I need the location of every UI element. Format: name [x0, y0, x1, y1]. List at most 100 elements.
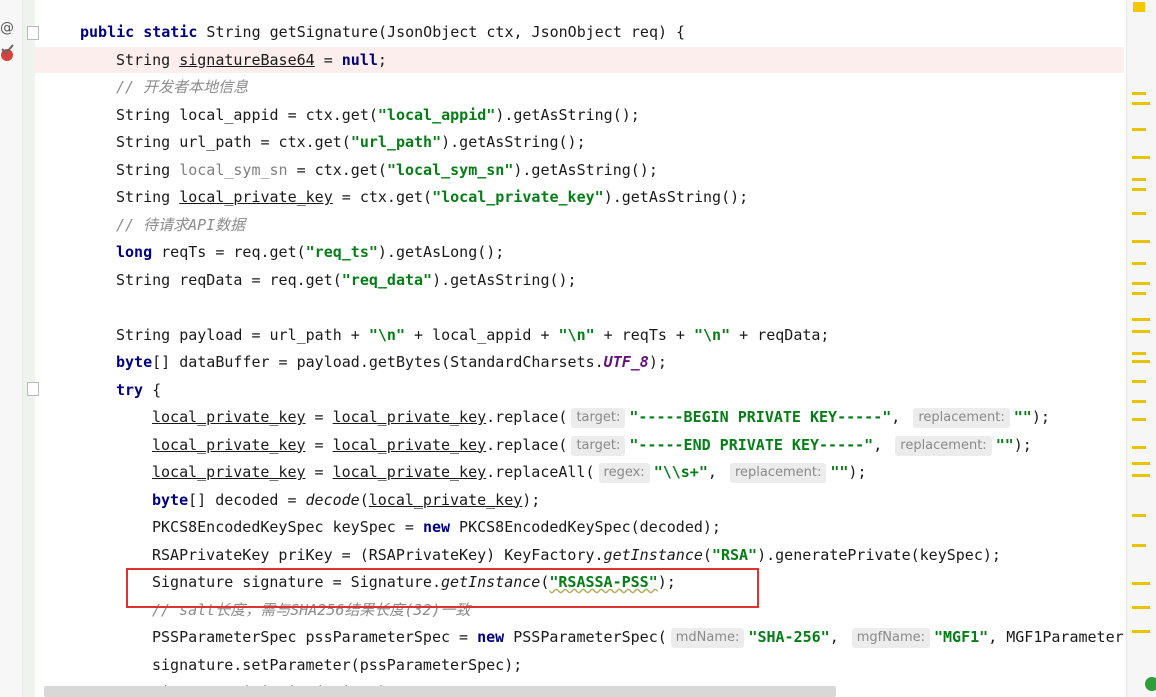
code-token: byte: [116, 353, 153, 371]
code-line[interactable]: // 待请求API数据: [116, 212, 245, 239]
code-token: );: [522, 490, 541, 509]
warning-marker[interactable]: [1132, 292, 1146, 295]
code-token: = ctx.get(: [287, 160, 387, 179]
code-token: "-----BEGIN PRIVATE KEY-----": [629, 408, 892, 426]
code-line[interactable]: try {: [116, 377, 161, 404]
code-token: local_private_key: [152, 408, 306, 426]
code-token: ).getAsString();: [513, 160, 658, 179]
warning-marker[interactable]: [1132, 380, 1146, 383]
code-line[interactable]: String url_path = ctx.get("url_path").ge…: [116, 129, 586, 156]
code-token: String: [116, 160, 180, 179]
code-line[interactable]: signature.setParameter(pssParameterSpec)…: [152, 652, 522, 679]
code-line[interactable]: // 开发者本地信息: [116, 74, 248, 101]
code-token: ,: [707, 463, 726, 481]
parameter-hint: replacement:: [729, 463, 827, 483]
warning-marker[interactable]: [1132, 400, 1146, 403]
code-line[interactable]: public static String getSignature(JsonOb…: [80, 19, 685, 46]
warning-marker[interactable]: [1132, 474, 1150, 477]
code-token: local_private_key: [179, 188, 333, 206]
warning-marker[interactable]: [1132, 178, 1146, 181]
warning-marker[interactable]: [1132, 188, 1146, 191]
warning-marker[interactable]: [1132, 262, 1146, 265]
warning-marker[interactable]: [1132, 212, 1146, 215]
code-token: ).getAsString();: [432, 270, 577, 289]
code-line[interactable]: String signatureBase64 = null;: [116, 47, 387, 74]
warning-marker[interactable]: [1132, 514, 1146, 517]
code-token: (: [702, 545, 712, 564]
code-line[interactable]: String local_appid = ctx.get("local_appi…: [116, 102, 640, 129]
warning-marker[interactable]: [1132, 544, 1146, 547]
code-token: ).getAsString();: [441, 133, 586, 151]
code-token: "local_sym_sn": [386, 160, 514, 179]
code-token: PSSParameterSpec(: [504, 628, 667, 646]
code-token: [] decoded =: [188, 490, 306, 509]
code-line[interactable]: local_private_key = local_private_key.re…: [152, 459, 866, 486]
warning-marker[interactable]: [1132, 446, 1146, 449]
warning-marker[interactable]: [1132, 156, 1150, 159]
warning-marker[interactable]: [1132, 352, 1146, 355]
code-token: =: [305, 463, 333, 481]
code-token: + local_appid +: [405, 325, 559, 344]
code-line[interactable]: local_private_key = local_private_key.re…: [152, 404, 1050, 431]
code-token: ,: [829, 628, 848, 646]
parameter-hint: mgfName:: [851, 628, 930, 648]
code-token: );: [1013, 435, 1032, 454]
parameter-hint: target:: [571, 435, 626, 456]
code-token: ).getAsLong();: [377, 243, 505, 261]
code-token: .replaceAll(: [486, 463, 595, 481]
code-token: );: [648, 353, 667, 371]
warning-marker[interactable]: [1132, 462, 1150, 465]
code-line[interactable]: String local_private_key = ctx.get("loca…: [116, 184, 748, 211]
code-line[interactable]: PSSParameterSpec pssParameterSpec = new …: [152, 624, 1124, 651]
at-icon[interactable]: @: [0, 20, 16, 36]
code-line[interactable]: String payload = url_path + "\n" + local…: [116, 322, 829, 349]
inspection-status-icon[interactable]: [1133, 2, 1145, 12]
code-token: String url_path = ctx.get(: [116, 133, 351, 151]
code-token: getInstance: [603, 545, 703, 564]
warning-marker[interactable]: [1132, 606, 1150, 609]
code-line[interactable]: String local_sym_sn = ctx.get("local_sym…: [116, 157, 658, 184]
code-line[interactable]: PKCS8EncodedKeySpec keySpec = new PKCS8E…: [152, 514, 721, 541]
warning-marker[interactable]: [1132, 418, 1146, 421]
code-token: UTF_8: [603, 353, 649, 371]
breakpoint-check-icon[interactable]: [0, 44, 16, 61]
status-indicator-icon: [1145, 677, 1156, 691]
warning-marker[interactable]: [1132, 318, 1150, 321]
code-token: String: [116, 188, 180, 206]
code-token: {: [143, 380, 162, 399]
code-token: String payload = url_path +: [116, 325, 369, 344]
warning-marker[interactable]: [1132, 128, 1146, 131]
code-line[interactable]: RSAPrivateKey priKey = (RSAPrivateKey) K…: [152, 542, 1001, 569]
code-token: public: [80, 23, 135, 41]
code-line[interactable]: local_private_key = local_private_key.re…: [152, 432, 1032, 459]
horizontal-scrollbar[interactable]: [44, 686, 836, 697]
code-token: local_private_key: [332, 435, 487, 454]
parameter-hint: target:: [571, 408, 626, 428]
warning-marker[interactable]: [1132, 102, 1150, 105]
code-line[interactable]: byte[] dataBuffer = payload.getBytes(Sta…: [116, 349, 667, 376]
code-token: local_private_key: [152, 463, 306, 481]
code-token: .replace(: [486, 408, 568, 426]
code-token: local_private_key: [368, 490, 523, 509]
code-token: "": [1013, 408, 1032, 426]
warning-marker[interactable]: [1132, 330, 1150, 333]
code-token: "MGF1": [934, 628, 989, 646]
code-token: local_private_key: [332, 408, 487, 426]
warning-marker[interactable]: [1132, 582, 1150, 585]
warning-marker[interactable]: [1132, 630, 1150, 633]
code-line[interactable]: byte[] decoded = decode(local_private_ke…: [152, 487, 540, 514]
warning-marker[interactable]: [1132, 360, 1150, 363]
code-token: PKCS8EncodedKeySpec keySpec =: [152, 518, 423, 536]
warning-marker[interactable]: [1132, 240, 1150, 243]
code-token: PKCS8EncodedKeySpec(decoded);: [450, 518, 721, 536]
error-stripe[interactable]: [1126, 0, 1156, 697]
warning-marker[interactable]: [1132, 282, 1150, 285]
code-token: "": [830, 463, 849, 481]
warning-marker[interactable]: [1132, 92, 1146, 95]
code-token: new: [422, 518, 451, 536]
code-line[interactable]: String reqData = req.get("req_data").get…: [116, 267, 577, 294]
code-line[interactable]: long reqTs = req.get("req_ts").getAsLong…: [116, 239, 504, 266]
highlight-box: [126, 568, 759, 608]
code-token: "": [995, 435, 1014, 454]
code-token: + reqData;: [730, 325, 830, 344]
